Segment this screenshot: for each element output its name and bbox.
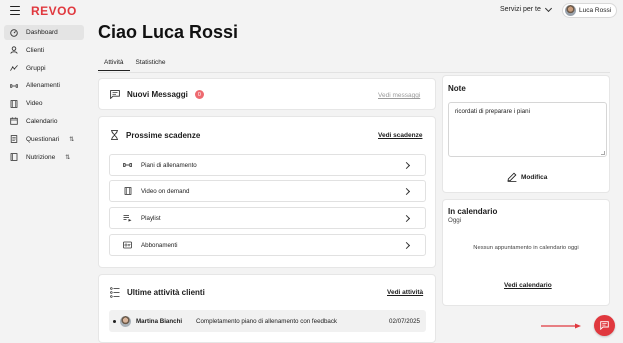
activity-description: Completamento piano di allenamento con f… [196, 317, 338, 325]
calendar-subtitle: Oggi [448, 217, 462, 224]
activity-title: Ultime attività clienti [127, 288, 205, 297]
chat-icon [600, 321, 609, 330]
activity-card: Ultime attività clienti Vedi attività Ma… [98, 274, 436, 343]
document-icon [10, 135, 18, 144]
film-icon [123, 187, 132, 195]
calendar-title: In calendario [448, 207, 498, 216]
list-icon [110, 287, 120, 298]
activity-row[interactable]: Martina Bianchi Completamento piano di a… [109, 310, 426, 332]
resize-handle-icon[interactable] [601, 151, 605, 155]
sidebar-item-label: Questionari [26, 135, 60, 143]
playlist-icon [123, 214, 132, 222]
sidebar-item-clienti[interactable]: Clienti [4, 43, 84, 58]
deadline-row-playlist[interactable]: Playlist [109, 207, 426, 229]
pencil-icon [507, 172, 517, 182]
services-dropdown[interactable]: Servizi per te [500, 4, 552, 13]
activity-header: Ultime attività clienti [110, 287, 205, 298]
row-label: Piani di allenamento [141, 161, 197, 169]
edit-label: Modifica [521, 173, 548, 181]
sidebar-item-allenamenti[interactable]: Allenamenti [4, 78, 84, 93]
deadlines-card: Prossime scadenze Vedi scadenze Piani di… [98, 116, 436, 268]
deadline-row-subscriptions[interactable]: Abbonamenti [109, 234, 426, 256]
sidebar-item-label: Dashboard [26, 29, 58, 36]
sidebar-item-label: Nutrizione [26, 153, 56, 161]
bullet-dot [113, 319, 116, 323]
chevron-right-icon [402, 187, 411, 196]
group-icon [10, 64, 18, 72]
sidebar-item-gruppi[interactable]: Gruppi [4, 61, 84, 76]
sidebar-item-label: Clienti [26, 46, 45, 54]
sidebar-item-label: Gruppi [26, 64, 46, 72]
activity-date: 02/07/2025 [389, 317, 420, 325]
messages-card: Nuovi Messaggi 0 Vedi messaggi [98, 78, 436, 110]
sidebar-item-video[interactable]: Video [4, 96, 84, 111]
sidebar-item-nutrizione[interactable]: Nutrizione ⇅ [4, 150, 84, 165]
sidebar-item-calendario[interactable]: Calendario [4, 114, 84, 129]
deadlines-header: Prossime scadenze [110, 130, 200, 140]
chevron-right-icon [402, 161, 411, 170]
view-messages-link[interactable]: Vedi messaggi [378, 92, 420, 99]
deadline-row-workout-plans[interactable]: Piani di allenamento [109, 154, 426, 176]
user-menu-button[interactable]: Luca Rossi [562, 3, 617, 18]
note-card: Note ricordati di preparare i piani Modi… [442, 75, 610, 193]
deadlines-title: Prossime scadenze [126, 130, 201, 140]
card-icon [123, 241, 132, 249]
chevron-right-icon [402, 241, 411, 250]
view-calendar-link[interactable]: Vedi calendario [504, 282, 552, 289]
row-label: Playlist [141, 214, 161, 222]
sidebar: Dashboard Clienti Gruppi Allenamenti Vid… [4, 25, 84, 167]
hourglass-icon [111, 130, 118, 140]
gauge-icon [10, 28, 18, 37]
chevron-right-icon [402, 214, 411, 223]
sidebar-item-label: Allenamenti [26, 82, 60, 90]
deadline-row-video-on-demand[interactable]: Video on demand [109, 180, 426, 202]
client-name: Martina Bianchi [136, 317, 183, 325]
avatar [120, 315, 131, 327]
film-icon [10, 99, 18, 108]
hamburger-menu-icon[interactable] [10, 6, 20, 15]
sidebar-item-label: Calendario [26, 117, 58, 125]
tabs: Attività Statistiche [98, 57, 172, 71]
sidebar-item-dashboard[interactable]: Dashboard [4, 25, 84, 40]
calendar-icon [10, 117, 18, 126]
dumbbell-icon [10, 82, 18, 90]
user-name: Luca Rossi [579, 7, 612, 14]
sort-icon: ⇅ [65, 154, 71, 161]
logo[interactable]: REVOO [31, 4, 77, 18]
dumbbell-icon [123, 161, 132, 169]
note-title: Note [448, 84, 466, 93]
row-label: Video on demand [141, 187, 190, 195]
sort-icon: ⇅ [69, 136, 75, 143]
chevron-down-icon [544, 4, 552, 12]
edit-note-button[interactable]: Modifica [507, 172, 547, 182]
tab-statistiche[interactable]: Statistiche [130, 57, 172, 71]
divider [98, 72, 610, 73]
messages-count-badge: 0 [194, 90, 204, 99]
sidebar-item-label: Video [26, 100, 43, 108]
arrow-right-icon [541, 323, 581, 329]
avatar [565, 5, 576, 16]
tab-attivita[interactable]: Attività [98, 57, 130, 71]
calendar-card: In calendario Oggi Nessun appuntamento i… [442, 199, 610, 306]
messages-title: Nuovi Messaggi [127, 90, 188, 99]
services-label: Servizi per te [500, 6, 541, 13]
user-icon [10, 46, 18, 55]
message-icon [110, 90, 120, 99]
book-icon [10, 153, 18, 161]
row-label: Abbonamenti [141, 241, 178, 249]
top-bar: REVOO Servizi per te Luca Rossi [0, 0, 623, 22]
note-textarea[interactable]: ricordati di preparare i piani [448, 102, 607, 157]
calendar-empty-message: Nessun appuntamento in calendario oggi [473, 245, 579, 251]
chat-fab-button[interactable] [594, 315, 615, 336]
note-text: ricordati di preparare i piani [455, 108, 530, 115]
sidebar-item-questionari[interactable]: Questionari ⇅ [4, 132, 84, 147]
page-title: Ciao Luca Rossi [98, 22, 239, 42]
view-activity-link[interactable]: Vedi attività [387, 289, 423, 296]
messages-header: Nuovi Messaggi 0 [110, 90, 204, 99]
view-deadlines-link[interactable]: Vedi scadenze [378, 132, 422, 139]
